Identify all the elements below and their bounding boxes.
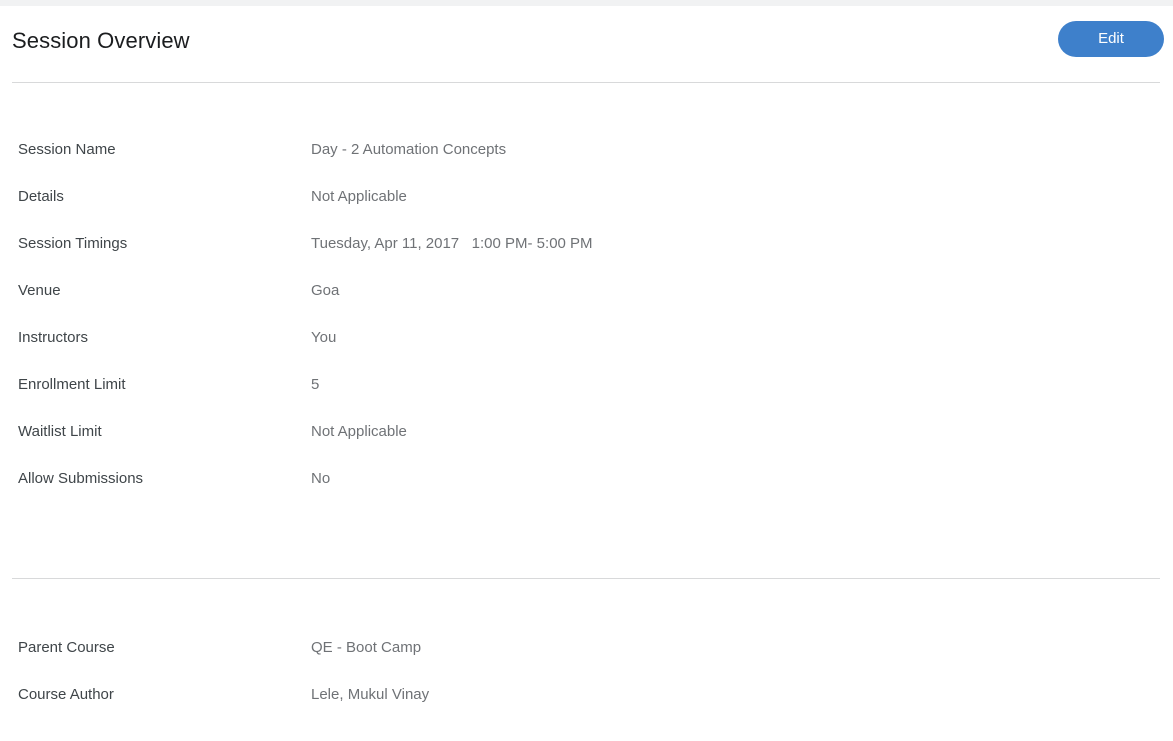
detail-row-enrollment-limit: Enrollment Limit 5: [0, 375, 1173, 422]
page-title: Session Overview: [12, 28, 190, 53]
detail-label: Venue: [18, 282, 61, 299]
detail-row-session-timings: Session Timings Tuesday, Apr 11, 2017 1:…: [0, 234, 1173, 281]
detail-label: Enrollment Limit: [18, 376, 126, 393]
detail-value: You: [311, 329, 337, 346]
detail-value: Lele, Mukul Vinay: [311, 686, 430, 703]
page-header: Session Overview Edit: [0, 6, 1173, 82]
detail-label: Instructors: [18, 329, 89, 346]
header-divider: [12, 82, 1160, 83]
detail-row-details: Details Not Applicable: [0, 187, 1173, 234]
detail-value: No: [311, 470, 331, 487]
detail-label: Details: [18, 188, 64, 205]
detail-row-instructors: Instructors You: [0, 328, 1173, 375]
detail-label: Session Timings: [18, 235, 128, 252]
detail-label: Course Author: [18, 686, 114, 703]
detail-label: Session Name: [18, 141, 116, 158]
session-overview-page: Session Overview Edit Session Name Day -…: [0, 6, 1173, 741]
detail-row-session-name: Session Name Day - 2 Automation Concepts: [0, 140, 1173, 187]
detail-value: Day - 2 Automation Concepts: [311, 141, 507, 158]
detail-value: Not Applicable: [311, 423, 407, 440]
section-divider: [12, 578, 1160, 579]
detail-value: Tuesday, Apr 11, 2017 1:00 PM- 5:00 PM: [311, 235, 593, 252]
detail-label: Waitlist Limit: [18, 423, 102, 440]
detail-row-parent-course: Parent Course QE - Boot Camp: [0, 638, 1173, 685]
edit-button[interactable]: Edit: [1058, 21, 1164, 57]
detail-label: Parent Course: [18, 639, 115, 656]
detail-row-venue: Venue Goa: [0, 281, 1173, 328]
course-details-list: Parent Course QE - Boot Camp Course Auth…: [0, 638, 1173, 732]
detail-value: Not Applicable: [311, 188, 407, 205]
detail-value: Goa: [311, 282, 340, 299]
session-details-list: Session Name Day - 2 Automation Concepts…: [0, 140, 1173, 516]
detail-row-allow-submissions: Allow Submissions No: [0, 469, 1173, 516]
detail-value: 5: [311, 376, 320, 393]
detail-value: QE - Boot Camp: [311, 639, 422, 656]
detail-label: Allow Submissions: [18, 470, 144, 487]
detail-row-course-author: Course Author Lele, Mukul Vinay: [0, 685, 1173, 732]
detail-row-waitlist-limit: Waitlist Limit Not Applicable: [0, 422, 1173, 469]
